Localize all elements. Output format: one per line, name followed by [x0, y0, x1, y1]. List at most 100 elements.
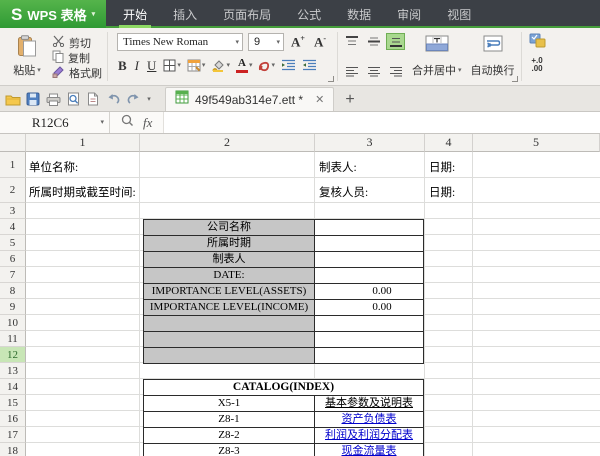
new-tab-button[interactable]: + — [345, 91, 354, 109]
row-header[interactable]: 1 — [0, 152, 26, 178]
cell-r2c4[interactable]: 日期: — [429, 186, 455, 201]
align-right-button[interactable] — [386, 63, 405, 80]
name-box[interactable]: R12C6 ▾ — [0, 112, 110, 133]
redo-button[interactable] — [123, 88, 143, 110]
menu-tab-公式[interactable]: 公式 — [284, 0, 334, 28]
font-color-button[interactable]: A ▾ — [235, 57, 252, 73]
redo-arrow-icon — [127, 94, 138, 104]
table-style-button[interactable]: ▾ — [187, 59, 205, 72]
row-header[interactable]: 3 — [0, 203, 26, 219]
column-header[interactable]: 3 — [315, 134, 425, 152]
undo-button[interactable] — [103, 88, 123, 110]
menu-tab-页面布局[interactable]: 页面布局 — [210, 0, 284, 28]
formula-bar: R12C6 ▾ fx — [0, 112, 600, 134]
print-preview-button[interactable] — [63, 88, 83, 110]
scissors-icon — [52, 35, 65, 50]
increase-indent-button[interactable] — [302, 59, 317, 71]
row-header[interactable]: 10 — [0, 315, 26, 331]
align-top-button[interactable] — [342, 33, 361, 50]
row-header[interactable]: 2 — [0, 178, 26, 203]
align-center-button[interactable] — [364, 63, 383, 80]
cell-r1c3[interactable]: 制表人: — [319, 161, 357, 176]
align-left-button[interactable] — [342, 63, 361, 80]
merge-center-icon — [425, 35, 449, 57]
text-effect-button[interactable]: ▾ — [258, 59, 275, 72]
row-header[interactable]: 15 — [0, 395, 26, 411]
quick-access-dropdown[interactable]: ▾ — [143, 88, 155, 110]
cell-r1c4[interactable]: 日期: — [429, 161, 455, 176]
row-header[interactable]: 7 — [0, 267, 26, 283]
wps-menu-button[interactable]: S WPS 表格 ▾ — [0, 0, 107, 28]
format-painter-button[interactable]: 格式刷 — [52, 65, 102, 80]
chevron-down-icon: ▾ — [235, 37, 239, 46]
menu-tab-数据[interactable]: 数据 — [334, 0, 384, 28]
row-header[interactable]: 16 — [0, 411, 26, 427]
fill-color-button[interactable]: ▾ — [211, 59, 230, 72]
alignment-dialog-launcher[interactable] — [511, 76, 518, 82]
decimal-format-buttons[interactable]: +.0 .00 — [531, 57, 542, 73]
conditional-format-icon[interactable] — [529, 33, 546, 53]
close-icon[interactable]: ✕ — [315, 93, 324, 106]
gridline — [424, 152, 425, 456]
document-tab[interactable]: 49f549ab314e7.ett * ✕ — [165, 87, 335, 111]
menu-tab-插入[interactable]: 插入 — [160, 0, 210, 28]
cell-r2c3[interactable]: 复核人员: — [319, 186, 368, 201]
row-header[interactable]: 18 — [0, 443, 26, 456]
catalog-link[interactable]: 利润及利润分配表 — [315, 428, 423, 443]
font-dialog-launcher[interactable] — [328, 76, 335, 82]
row-header[interactable]: 8 — [0, 283, 26, 299]
column-header[interactable]: 2 — [140, 134, 315, 152]
export-document-button[interactable] — [83, 88, 103, 110]
column-header[interactable]: 1 — [26, 134, 140, 152]
copy-button[interactable]: 复制 — [52, 50, 102, 65]
row-header[interactable]: 13 — [0, 363, 26, 379]
row-header[interactable]: 6 — [0, 251, 26, 267]
formula-bar-buttons: fx — [110, 112, 165, 133]
clipboard-small-buttons: 剪切 复制 格式刷 — [52, 32, 102, 81]
wrap-text-button[interactable]: 自动换行 — [469, 32, 517, 81]
paste-button[interactable]: 粘贴 ▾ — [7, 32, 47, 81]
italic-button[interactable]: I — [134, 59, 140, 72]
select-all-corner[interactable] — [0, 134, 26, 152]
borders-button[interactable]: ▾ — [163, 59, 181, 72]
row-header[interactable]: 5 — [0, 235, 26, 251]
alignment-group: 合并居中 ▾ 自动换行 — [338, 28, 521, 85]
open-file-button[interactable] — [3, 88, 23, 110]
font-group: Times New Roman ▾ 9 ▾ A+ A- B I U ▾ ▾ ▾ … — [108, 28, 337, 85]
font-size-select[interactable]: 9 ▾ — [248, 33, 284, 51]
decrease-font-button[interactable]: A- — [312, 34, 328, 49]
underline-button[interactable]: U — [146, 59, 157, 72]
row-header[interactable]: 11 — [0, 331, 26, 347]
menu-tab-审阅[interactable]: 审阅 — [384, 0, 434, 28]
menu-tab-视图[interactable]: 视图 — [434, 0, 484, 28]
insert-function-button[interactable]: fx — [143, 115, 152, 131]
bold-button[interactable]: B — [117, 59, 128, 72]
row-header[interactable]: 4 — [0, 219, 26, 235]
row-header[interactable]: 9 — [0, 299, 26, 315]
spreadsheet-grid[interactable]: 1 2 3 4 5 1 2 3 4 5 6 7 8 9 10 11 12 13 14 15 16 17 18 单位名称: 制… — [0, 134, 600, 456]
formula-input[interactable] — [164, 112, 600, 133]
print-button[interactable] — [43, 88, 63, 110]
row-header[interactable]: 12 — [0, 347, 26, 363]
catalog-link[interactable]: 资产负债表 — [315, 412, 423, 427]
increase-font-button[interactable]: A+ — [289, 34, 307, 49]
wps-logo-icon: S — [11, 4, 23, 24]
column-header[interactable]: 5 — [473, 134, 600, 152]
table-row: 公司名称 — [144, 220, 423, 236]
cell-r2c1[interactable]: 所属时期或截至时间: — [29, 186, 136, 201]
row-header[interactable]: 14 — [0, 379, 26, 395]
row-header[interactable]: 17 — [0, 427, 26, 443]
align-bottom-button[interactable] — [386, 33, 406, 50]
catalog-link[interactable]: 基本参数及说明表 — [315, 396, 423, 411]
catalog-link[interactable]: 现金流量表 — [315, 444, 423, 456]
decrease-indent-button[interactable] — [281, 59, 296, 71]
cut-button[interactable]: 剪切 — [52, 35, 102, 50]
cell-r1c1[interactable]: 单位名称: — [29, 161, 78, 176]
column-header[interactable]: 4 — [425, 134, 473, 152]
font-family-select[interactable]: Times New Roman ▾ — [117, 33, 243, 51]
merge-center-button[interactable]: 合并居中 ▾ — [410, 32, 464, 81]
save-button[interactable] — [23, 88, 43, 110]
align-middle-button[interactable] — [364, 33, 383, 50]
menu-tab-开始[interactable]: 开始 — [110, 0, 160, 28]
zoom-magnifier-icon[interactable] — [121, 114, 134, 132]
